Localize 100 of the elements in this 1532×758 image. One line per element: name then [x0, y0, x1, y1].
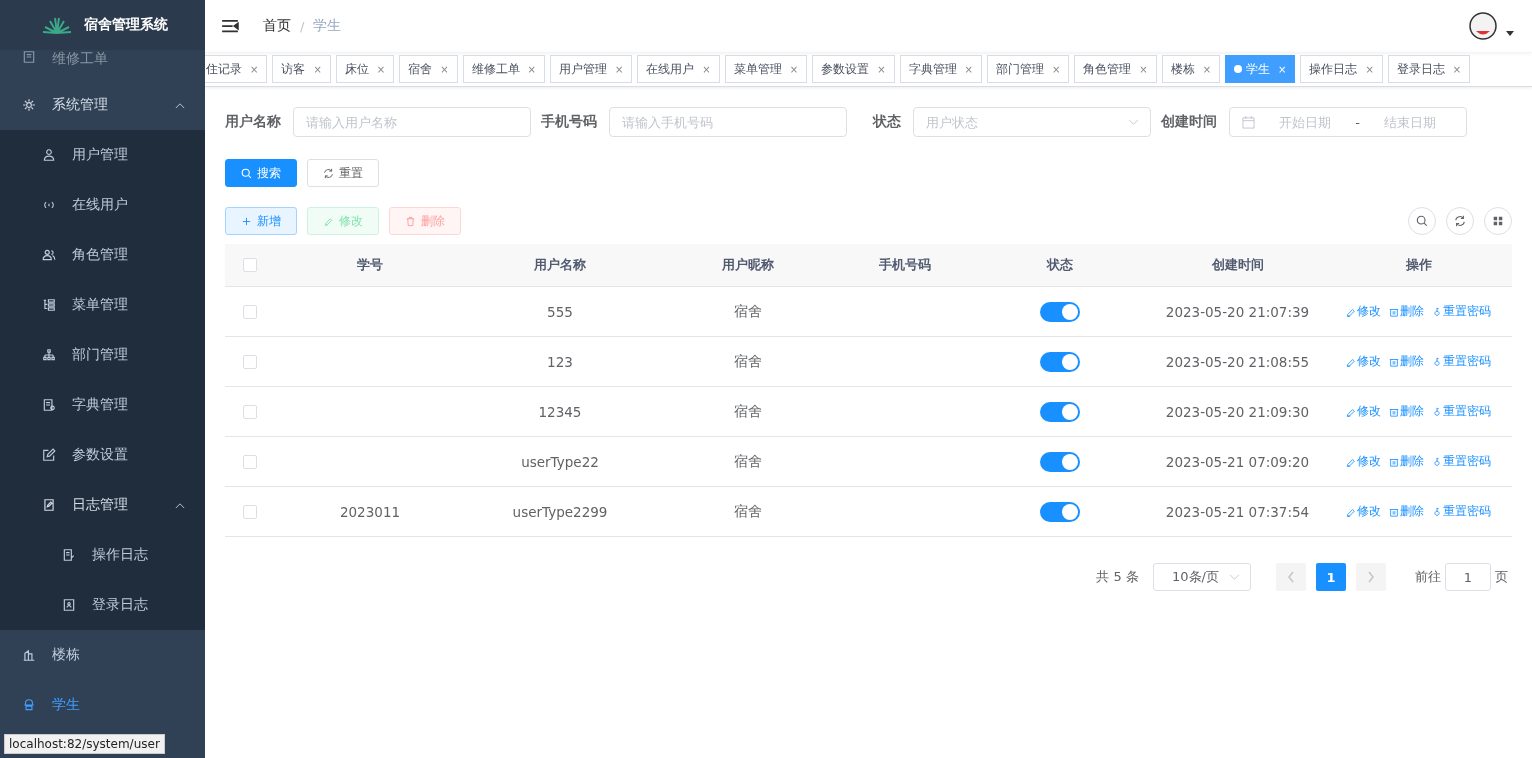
robot-icon	[22, 698, 36, 712]
trash-icon	[1389, 406, 1399, 417]
select-all-checkbox[interactable]	[243, 258, 257, 272]
page-tab[interactable]: 访客 ×	[272, 55, 331, 83]
table-cell: 2023-05-21 07:37:54	[1165, 503, 1310, 520]
row-checkbox[interactable]	[243, 304, 257, 319]
page-tab[interactable]: 在线用户 ×	[637, 55, 720, 83]
refresh-button[interactable]	[1446, 207, 1474, 235]
table-cell: 宿舍	[733, 452, 762, 471]
page-number-field[interactable]: 1	[1445, 563, 1491, 591]
total-count: 共 5 条	[1096, 568, 1139, 586]
search-icon	[1416, 215, 1428, 227]
key-icon	[1432, 306, 1442, 317]
table-cell: 宿舍	[733, 352, 762, 371]
pencil-icon	[1346, 306, 1356, 317]
row-checkbox[interactable]	[243, 454, 257, 469]
trash-icon	[1389, 356, 1399, 367]
column-header: 学号	[356, 256, 384, 274]
trash-icon	[1389, 456, 1399, 467]
pencil-icon	[1346, 506, 1356, 517]
filter-label: 创建时间	[1161, 113, 1217, 131]
table-cell: 2023-05-21 07:09:20	[1165, 453, 1310, 470]
building-icon	[22, 648, 36, 662]
range-separator: -	[1355, 114, 1360, 130]
menu-item[interactable]: 维修工单	[0, 50, 205, 80]
table-cell: userType2299	[512, 503, 608, 520]
menu-icon[interactable]	[221, 19, 239, 33]
date-range-field[interactable]: 开始日期 - 结束日期	[1229, 107, 1467, 137]
table-cell: 宿舍	[733, 302, 762, 321]
page-tab[interactable]: 登录日志 ×	[1387, 55, 1471, 83]
trash-icon	[1389, 506, 1399, 517]
filter-label: 状态	[871, 113, 901, 131]
row-checkbox[interactable]	[243, 354, 257, 369]
reset-button[interactable]: 重置	[307, 159, 379, 187]
table-cell: 2023-05-20 21:09:30	[1165, 403, 1310, 420]
status-switch[interactable]	[1040, 301, 1080, 322]
document-icon	[22, 50, 36, 64]
app-title: 宿舍管理系统	[84, 16, 168, 34]
row-checkbox[interactable]	[243, 504, 257, 519]
page-tab[interactable]: 字典管理 ×	[899, 55, 982, 83]
edit-icon	[42, 498, 56, 512]
status-switch[interactable]	[1040, 501, 1080, 522]
page-tab[interactable]: 菜单管理 ×	[724, 55, 808, 83]
menu-item[interactable]: 楼栋	[0, 630, 205, 680]
breadcrumb-item[interactable]: 首页	[263, 17, 291, 35]
search-icon	[241, 167, 252, 179]
page-tab[interactable]: 楼栋 ×	[1161, 55, 1221, 83]
row-checkbox[interactable]	[243, 404, 257, 419]
page-tab[interactable]: 维修工单 ×	[462, 55, 545, 83]
text-field[interactable]: 请输入手机号码	[609, 107, 847, 137]
filter-label: 用户名称	[225, 113, 281, 131]
calendar-icon	[1242, 115, 1255, 129]
org-chart-icon	[42, 348, 56, 362]
avatar-icon[interactable]	[1468, 11, 1498, 41]
table-cell: 555	[547, 303, 573, 320]
text-field[interactable]: 请输入用户名称	[293, 107, 531, 137]
breadcrumb-separator: /	[300, 18, 305, 34]
page-tab[interactable]: 参数设置 ×	[812, 55, 895, 83]
status-switch[interactable]	[1040, 351, 1080, 372]
edit-icon	[42, 448, 56, 462]
chevron-right-icon	[1367, 571, 1375, 583]
start-date-field[interactable]: 开始日期	[1261, 113, 1350, 131]
book-icon	[42, 398, 56, 412]
menu-item[interactable]: 系统管理	[0, 80, 205, 130]
table-cell: 宿舍	[733, 402, 762, 421]
page-tab[interactable]: 用户管理 ×	[549, 55, 633, 83]
page-tab[interactable]: 角色管理 ×	[1074, 55, 1157, 83]
pencil-icon	[1346, 406, 1356, 417]
key-icon	[1432, 356, 1442, 367]
column-header: 用户名称	[533, 256, 587, 274]
page-tab[interactable]: 宿舍 ×	[399, 55, 458, 83]
status-switch[interactable]	[1040, 451, 1080, 472]
list-tree-icon	[42, 298, 56, 312]
table-cell: 12345	[538, 403, 582, 420]
end-date-field[interactable]: 结束日期	[1365, 113, 1454, 131]
page-tab[interactable]: 操作日志 ×	[1300, 55, 1383, 83]
chevron-icon	[175, 101, 185, 109]
caret-icon[interactable]	[1506, 30, 1514, 36]
table-cell: 2023011	[339, 503, 401, 520]
table-cell: 2023-05-20 21:07:39	[1165, 303, 1310, 320]
column-header: 操作	[1404, 256, 1433, 274]
menu-item[interactable]: 学生	[0, 680, 205, 730]
table-cell: 123	[547, 353, 573, 370]
chevron-left-icon	[1287, 571, 1295, 583]
document-icon	[62, 548, 76, 562]
select-field[interactable]: 用户状态	[913, 107, 1151, 137]
people-icon	[42, 248, 56, 262]
column-header: 手机号码	[878, 256, 932, 274]
page-size-select[interactable]: 10条/页	[1153, 563, 1251, 591]
plant-logo-icon	[42, 16, 72, 34]
pencil-icon	[1346, 356, 1356, 367]
status-switch[interactable]	[1040, 401, 1080, 422]
page-tab[interactable]: 床位 ×	[335, 55, 395, 83]
page-tab[interactable]: 部门管理 ×	[986, 55, 1070, 83]
page-tab[interactable]: 住记录 ×	[205, 55, 268, 83]
goto-label: 前往	[1415, 568, 1441, 586]
columns-button[interactable]	[1484, 207, 1512, 235]
page-suffix: 页	[1495, 568, 1508, 586]
refresh-icon	[1454, 215, 1466, 227]
search-toggle-button[interactable]	[1408, 207, 1436, 235]
